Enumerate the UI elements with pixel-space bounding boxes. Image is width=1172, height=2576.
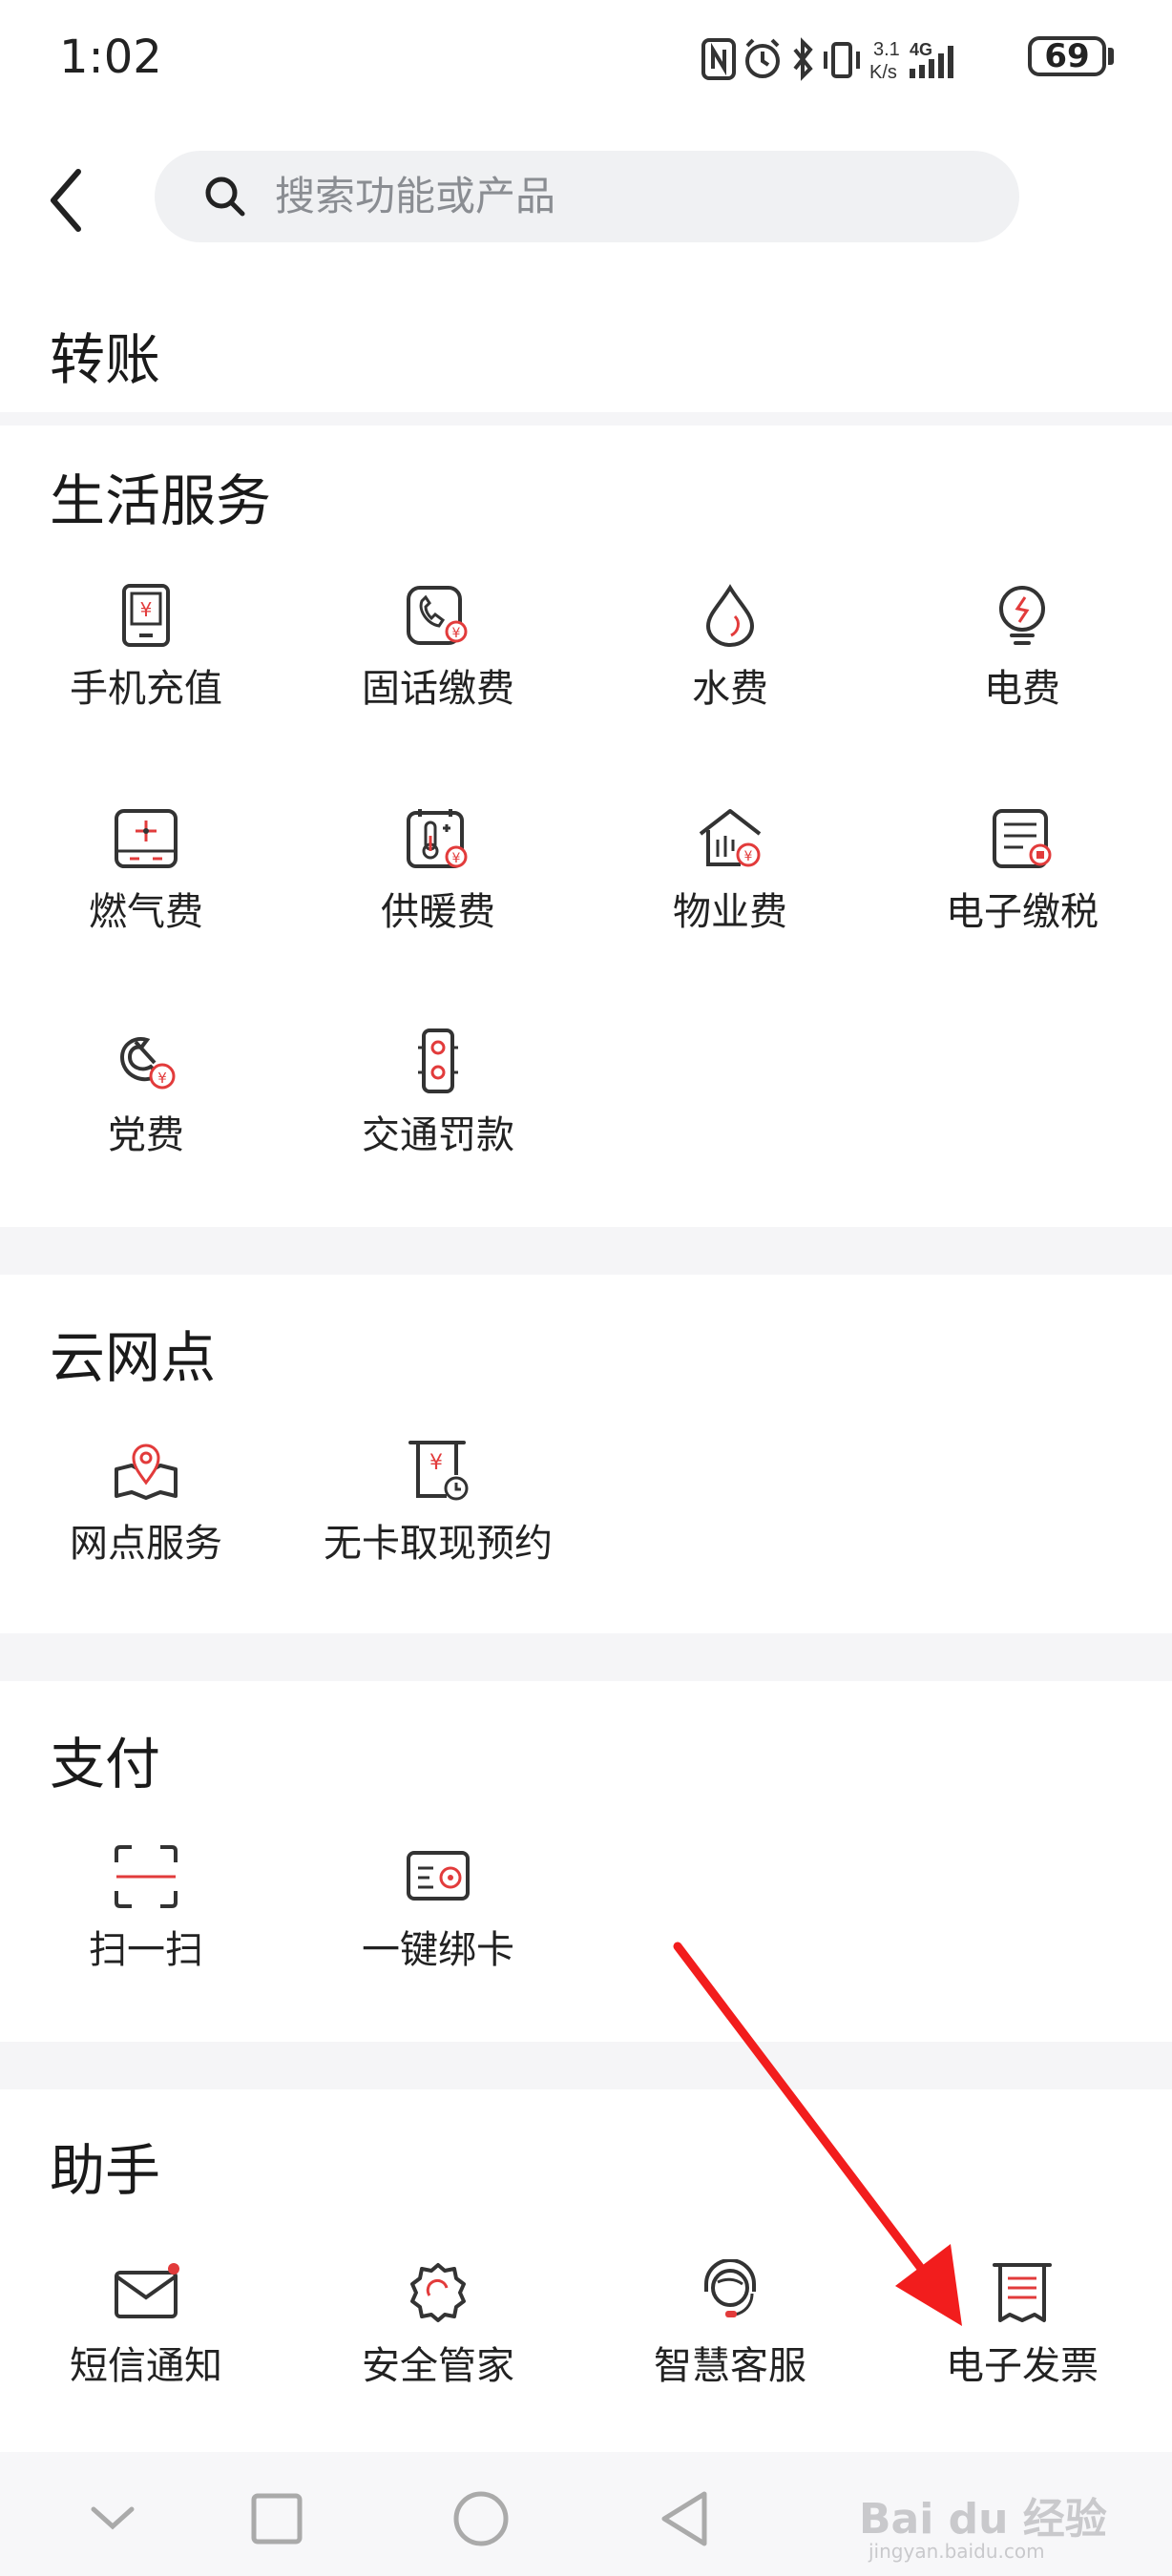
circle-icon [453, 2491, 509, 2546]
section-divider [0, 1227, 1172, 1275]
tile-e-tax[interactable]: 电子缴税 [876, 794, 1168, 985]
tile-label: 安全管家 [362, 2344, 514, 2388]
tile-sms-notification[interactable]: 短信通知 [0, 2248, 292, 2439]
section-title-transfer[interactable]: 转账 [50, 315, 160, 395]
phone-recharge-icon: ¥ [122, 584, 170, 647]
section-title-assistant: 助手 [50, 2138, 161, 2203]
battery-icon: 69 [1028, 36, 1106, 76]
tile-cardless-withdrawal[interactable]: ¥ 无卡取现预约 [292, 1425, 584, 1616]
tile-scan[interactable]: 扫一扫 [0, 1832, 292, 2023]
search-placeholder: 搜索功能或产品 [275, 173, 556, 219]
svg-text:¥: ¥ [157, 1070, 167, 1087]
tile-label: 手机充值 [70, 667, 222, 711]
traffic-light-icon [418, 1028, 458, 1093]
gear-shield-icon [410, 2263, 466, 2322]
tile-label: 一键绑卡 [362, 1928, 514, 1972]
vibrate-icon [824, 42, 860, 78]
tile-party-fee[interactable]: ¥ 党费 [0, 1017, 292, 1208]
svg-text:¥: ¥ [452, 851, 461, 866]
tile-label: 电子发票 [946, 2344, 1099, 2388]
nav-recents-button[interactable] [239, 2481, 315, 2557]
search-input[interactable]: 搜索功能或产品 [155, 151, 1019, 242]
cash-receipt-icon: ¥ [408, 1441, 469, 1501]
tile-water-fee[interactable]: 水费 [584, 571, 876, 761]
water-drop-icon [705, 584, 755, 647]
tile-label: 物业费 [673, 890, 787, 934]
system-nav-bar: Bai du 经验 jingyan.baidu.com [0, 2452, 1172, 2576]
tile-label: 电费 [984, 667, 1060, 711]
triangle-back-icon [661, 2491, 707, 2546]
nav-home-button[interactable] [443, 2481, 519, 2557]
tile-security-manager[interactable]: 安全管家 [292, 2248, 584, 2439]
svg-text:¥: ¥ [744, 849, 753, 864]
envelope-icon [115, 2263, 179, 2318]
status-bar: 1:02 3.1 K/s 4G 69 [0, 0, 1172, 114]
thermometer-icon: ¥ [407, 809, 468, 868]
tile-bind-card[interactable]: 一键绑卡 [292, 1832, 584, 2023]
back-button[interactable] [42, 162, 99, 239]
tile-electricity-fee[interactable]: 电费 [876, 571, 1168, 761]
tile-property-fee[interactable]: ¥ 物业费 [584, 794, 876, 985]
chevron-left-icon [51, 169, 81, 232]
map-pin-icon [115, 1444, 178, 1500]
net-speed-unit: K/s [869, 62, 897, 83]
tile-traffic-fine[interactable]: 交通罚款 [292, 1017, 584, 1208]
svg-text:¥: ¥ [452, 626, 461, 641]
tile-label: 水费 [692, 667, 768, 711]
section-title-cloud-branch: 云网点 [50, 1325, 217, 1390]
tax-document-icon [993, 809, 1052, 868]
house-tools-icon: ¥ [699, 809, 762, 867]
bind-card-icon [407, 1851, 470, 1901]
tile-branch-service[interactable]: 网点服务 [0, 1425, 292, 1616]
scan-icon [115, 1845, 178, 1908]
tile-label: 供暖费 [381, 890, 495, 934]
nav-collapse-button[interactable] [74, 2481, 151, 2557]
tile-label: 电子缴税 [946, 890, 1099, 934]
lightbulb-icon [999, 586, 1045, 645]
tile-label: 无卡取现预约 [324, 1522, 553, 1566]
tile-label: 燃气费 [89, 890, 203, 934]
nav-back-button[interactable] [649, 2481, 725, 2557]
section-divider [0, 1633, 1172, 1681]
chevron-down-icon [91, 2506, 135, 2530]
tile-label: 固话缴费 [362, 667, 514, 711]
watermark-brand: Bai du 经验 [859, 2495, 1107, 2544]
bluetooth-icon [793, 37, 813, 81]
square-icon [251, 2493, 303, 2545]
section-divider [0, 412, 1172, 426]
tile-label: 智慧客服 [654, 2344, 806, 2388]
search-icon [205, 177, 245, 217]
gas-stove-icon [115, 809, 178, 868]
tile-label: 扫一扫 [89, 1928, 203, 1972]
watermark-url: jingyan.baidu.com [869, 2540, 1045, 2563]
landline-icon: ¥ [407, 586, 468, 645]
tile-mobile-recharge[interactable]: ¥ 手机充值 [0, 571, 292, 761]
network-type: 4G [910, 40, 932, 59]
section-title-payment: 支付 [50, 1732, 161, 1797]
tile-landline-payment[interactable]: ¥ 固话缴费 [292, 571, 584, 761]
svg-text:¥: ¥ [140, 598, 153, 621]
tile-label: 网点服务 [70, 1522, 222, 1566]
tile-label: 党费 [108, 1113, 184, 1157]
tile-label: 交通罚款 [362, 1113, 514, 1157]
tile-heating-fee[interactable]: ¥ 供暖费 [292, 794, 584, 985]
party-emblem-icon: ¥ [119, 1037, 176, 1090]
section-title-life-services: 生活服务 [50, 468, 272, 533]
alarm-icon [745, 38, 780, 78]
net-speed-value: 3.1 [873, 39, 900, 60]
tile-gas-fee[interactable]: 燃气费 [0, 794, 292, 985]
battery-tip [1108, 48, 1114, 65]
annotation-arrow [673, 1942, 962, 2326]
nfc-icon [701, 38, 736, 80]
baidu-watermark: Bai du 经验 jingyan.baidu.com [859, 2484, 1164, 2570]
status-time: 1:02 [59, 31, 162, 84]
svg-text:¥: ¥ [429, 1451, 443, 1475]
tile-label: 短信通知 [70, 2344, 222, 2388]
